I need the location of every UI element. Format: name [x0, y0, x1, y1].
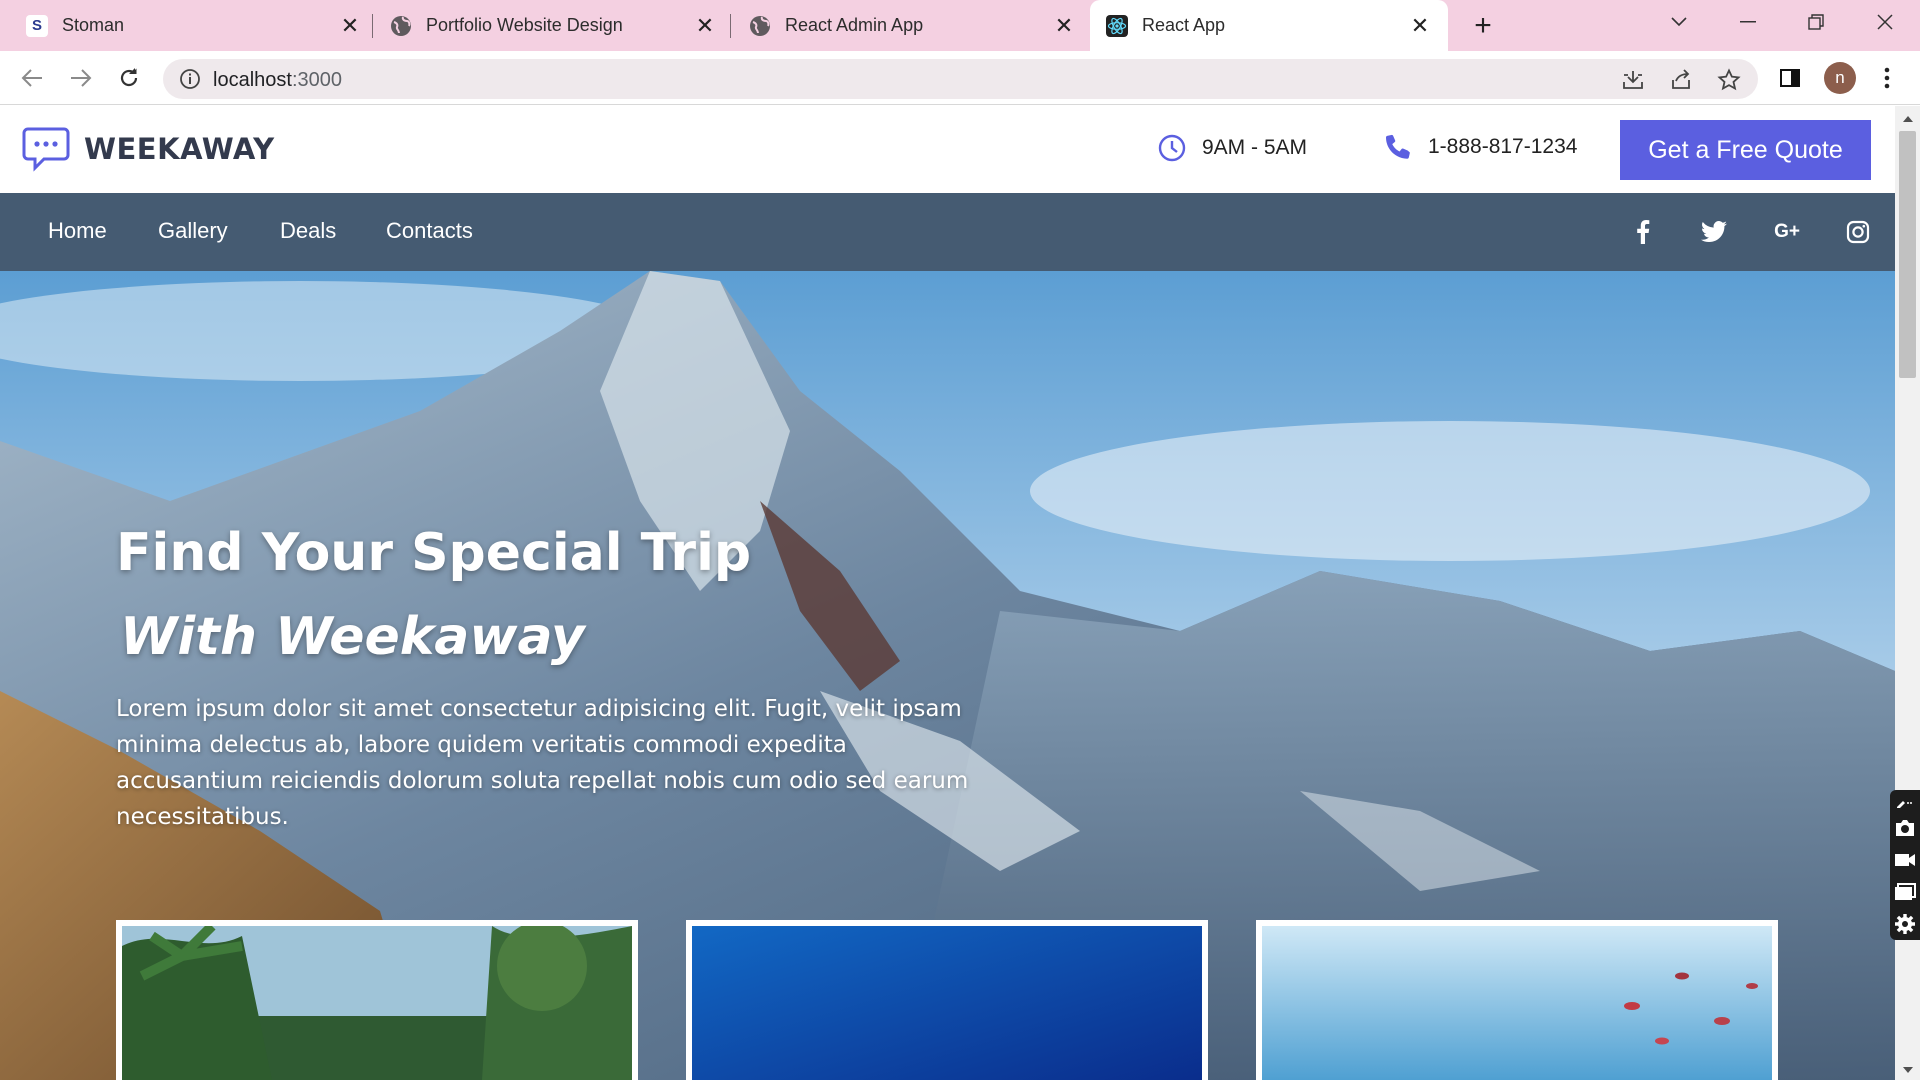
side-panel-icon[interactable] — [1773, 61, 1807, 95]
window-capture-icon[interactable] — [1892, 876, 1918, 908]
tab-divider — [372, 14, 373, 38]
tab-stoman[interactable]: S Stoman ✕ — [26, 0, 362, 51]
globe-icon — [749, 15, 771, 37]
tab-react-app[interactable]: React App ✕ — [1090, 0, 1448, 51]
close-window-icon[interactable] — [1853, 0, 1917, 44]
site-info-icon[interactable] — [179, 68, 201, 95]
url-text: localhost:3000 — [213, 69, 342, 92]
google-plus-icon[interactable]: G+ — [1774, 219, 1800, 245]
destination-card-palms[interactable] — [116, 920, 638, 1080]
nav-contacts[interactable]: Contacts — [386, 218, 473, 244]
scroll-up-arrow-icon[interactable] — [1901, 112, 1914, 125]
close-tab-icon[interactable]: ✕ — [693, 13, 717, 38]
tab-divider — [730, 14, 731, 38]
share-icon[interactable] — [1668, 67, 1694, 93]
destination-card-reef[interactable] — [1256, 920, 1778, 1080]
nav-gallery[interactable]: Gallery — [158, 218, 228, 244]
pen-icon[interactable] — [1892, 794, 1918, 812]
video-camera-icon[interactable] — [1892, 844, 1918, 876]
kebab-menu-icon[interactable] — [1870, 61, 1904, 95]
url-port: :3000 — [291, 69, 342, 91]
business-hours: 9AM - 5AM — [1158, 134, 1307, 162]
facebook-icon[interactable] — [1630, 219, 1656, 245]
settings-gear-icon[interactable] — [1892, 908, 1918, 940]
forward-arrow-icon[interactable] — [64, 61, 98, 95]
address-bar[interactable]: localhost:3000 — [163, 59, 1758, 99]
react-icon — [1106, 14, 1128, 37]
hero-title-line2: With Weekaway — [120, 607, 585, 667]
hours-text: 9AM - 5AM — [1202, 136, 1308, 159]
close-tab-icon[interactable]: ✕ — [1408, 13, 1432, 38]
capture-tool-panel — [1890, 790, 1920, 940]
blue-ocean-image — [692, 926, 1202, 1080]
browser-toolbar: localhost:3000 n — [0, 51, 1920, 105]
tab-title: React Admin App — [785, 15, 924, 35]
tab-title: Stoman — [62, 15, 125, 35]
profile-avatar[interactable]: n — [1824, 62, 1856, 94]
main-navigation: Home Gallery Deals Contacts G+ — [0, 193, 1895, 271]
underwater-fish-image — [1262, 926, 1772, 1080]
tab-react-admin[interactable]: React Admin App ✕ — [749, 0, 1076, 51]
site-header: WEEKAWAY 9AM - 5AM 1-888-817-1234 Get a … — [0, 106, 1895, 193]
phone-number: 1-888-817-1234 — [1428, 135, 1578, 158]
chat-bubble-logo-icon — [22, 127, 70, 172]
contact-phone[interactable]: 1-888-817-1234 — [1386, 134, 1577, 160]
tab-title: React App — [1142, 15, 1226, 35]
site-logo[interactable]: WEEKAWAY — [22, 126, 275, 172]
palm-trees-image — [122, 921, 632, 1080]
brand-name: WEEKAWAY — [84, 132, 275, 166]
twitter-icon[interactable] — [1701, 219, 1727, 245]
nav-home[interactable]: Home — [48, 218, 107, 244]
destination-card-ocean[interactable] — [686, 920, 1208, 1080]
s-letter-icon: S — [26, 14, 48, 37]
get-quote-button[interactable]: Get a Free Quote — [1620, 120, 1871, 180]
phone-icon — [1386, 134, 1410, 159]
new-tab-plus-icon[interactable]: + — [1466, 9, 1500, 43]
instagram-icon[interactable] — [1845, 219, 1871, 245]
hero-title-line1: Find Your Special Trip — [116, 523, 752, 583]
tab-portfolio[interactable]: Portfolio Website Design ✕ — [390, 0, 717, 51]
scrollbar-thumb[interactable] — [1899, 131, 1916, 378]
reload-icon[interactable] — [112, 61, 146, 95]
globe-icon — [390, 15, 412, 37]
install-app-icon[interactable] — [1620, 67, 1646, 93]
bookmark-star-icon[interactable] — [1716, 67, 1742, 93]
nav-deals[interactable]: Deals — [280, 218, 336, 244]
tab-title: Portfolio Website Design — [426, 15, 623, 35]
close-tab-icon[interactable]: ✕ — [338, 13, 362, 38]
scroll-down-arrow-icon[interactable] — [1901, 1063, 1914, 1076]
minimize-icon[interactable] — [1716, 0, 1780, 44]
tab-search-chevron-icon[interactable] — [1647, 0, 1711, 44]
url-host: localhost — [213, 69, 292, 91]
hero-description: Lorem ipsum dolor sit amet consectetur a… — [116, 696, 969, 830]
clock-icon — [1158, 134, 1186, 162]
close-tab-icon[interactable]: ✕ — [1052, 13, 1076, 38]
back-arrow-icon[interactable] — [15, 61, 49, 95]
camera-icon[interactable] — [1892, 812, 1918, 844]
browser-tab-strip: S Stoman ✕ Portfolio Website Design ✕ Re… — [0, 0, 1920, 51]
restore-icon[interactable] — [1784, 0, 1848, 44]
page-viewport: WEEKAWAY 9AM - 5AM 1-888-817-1234 Get a … — [0, 106, 1895, 1080]
